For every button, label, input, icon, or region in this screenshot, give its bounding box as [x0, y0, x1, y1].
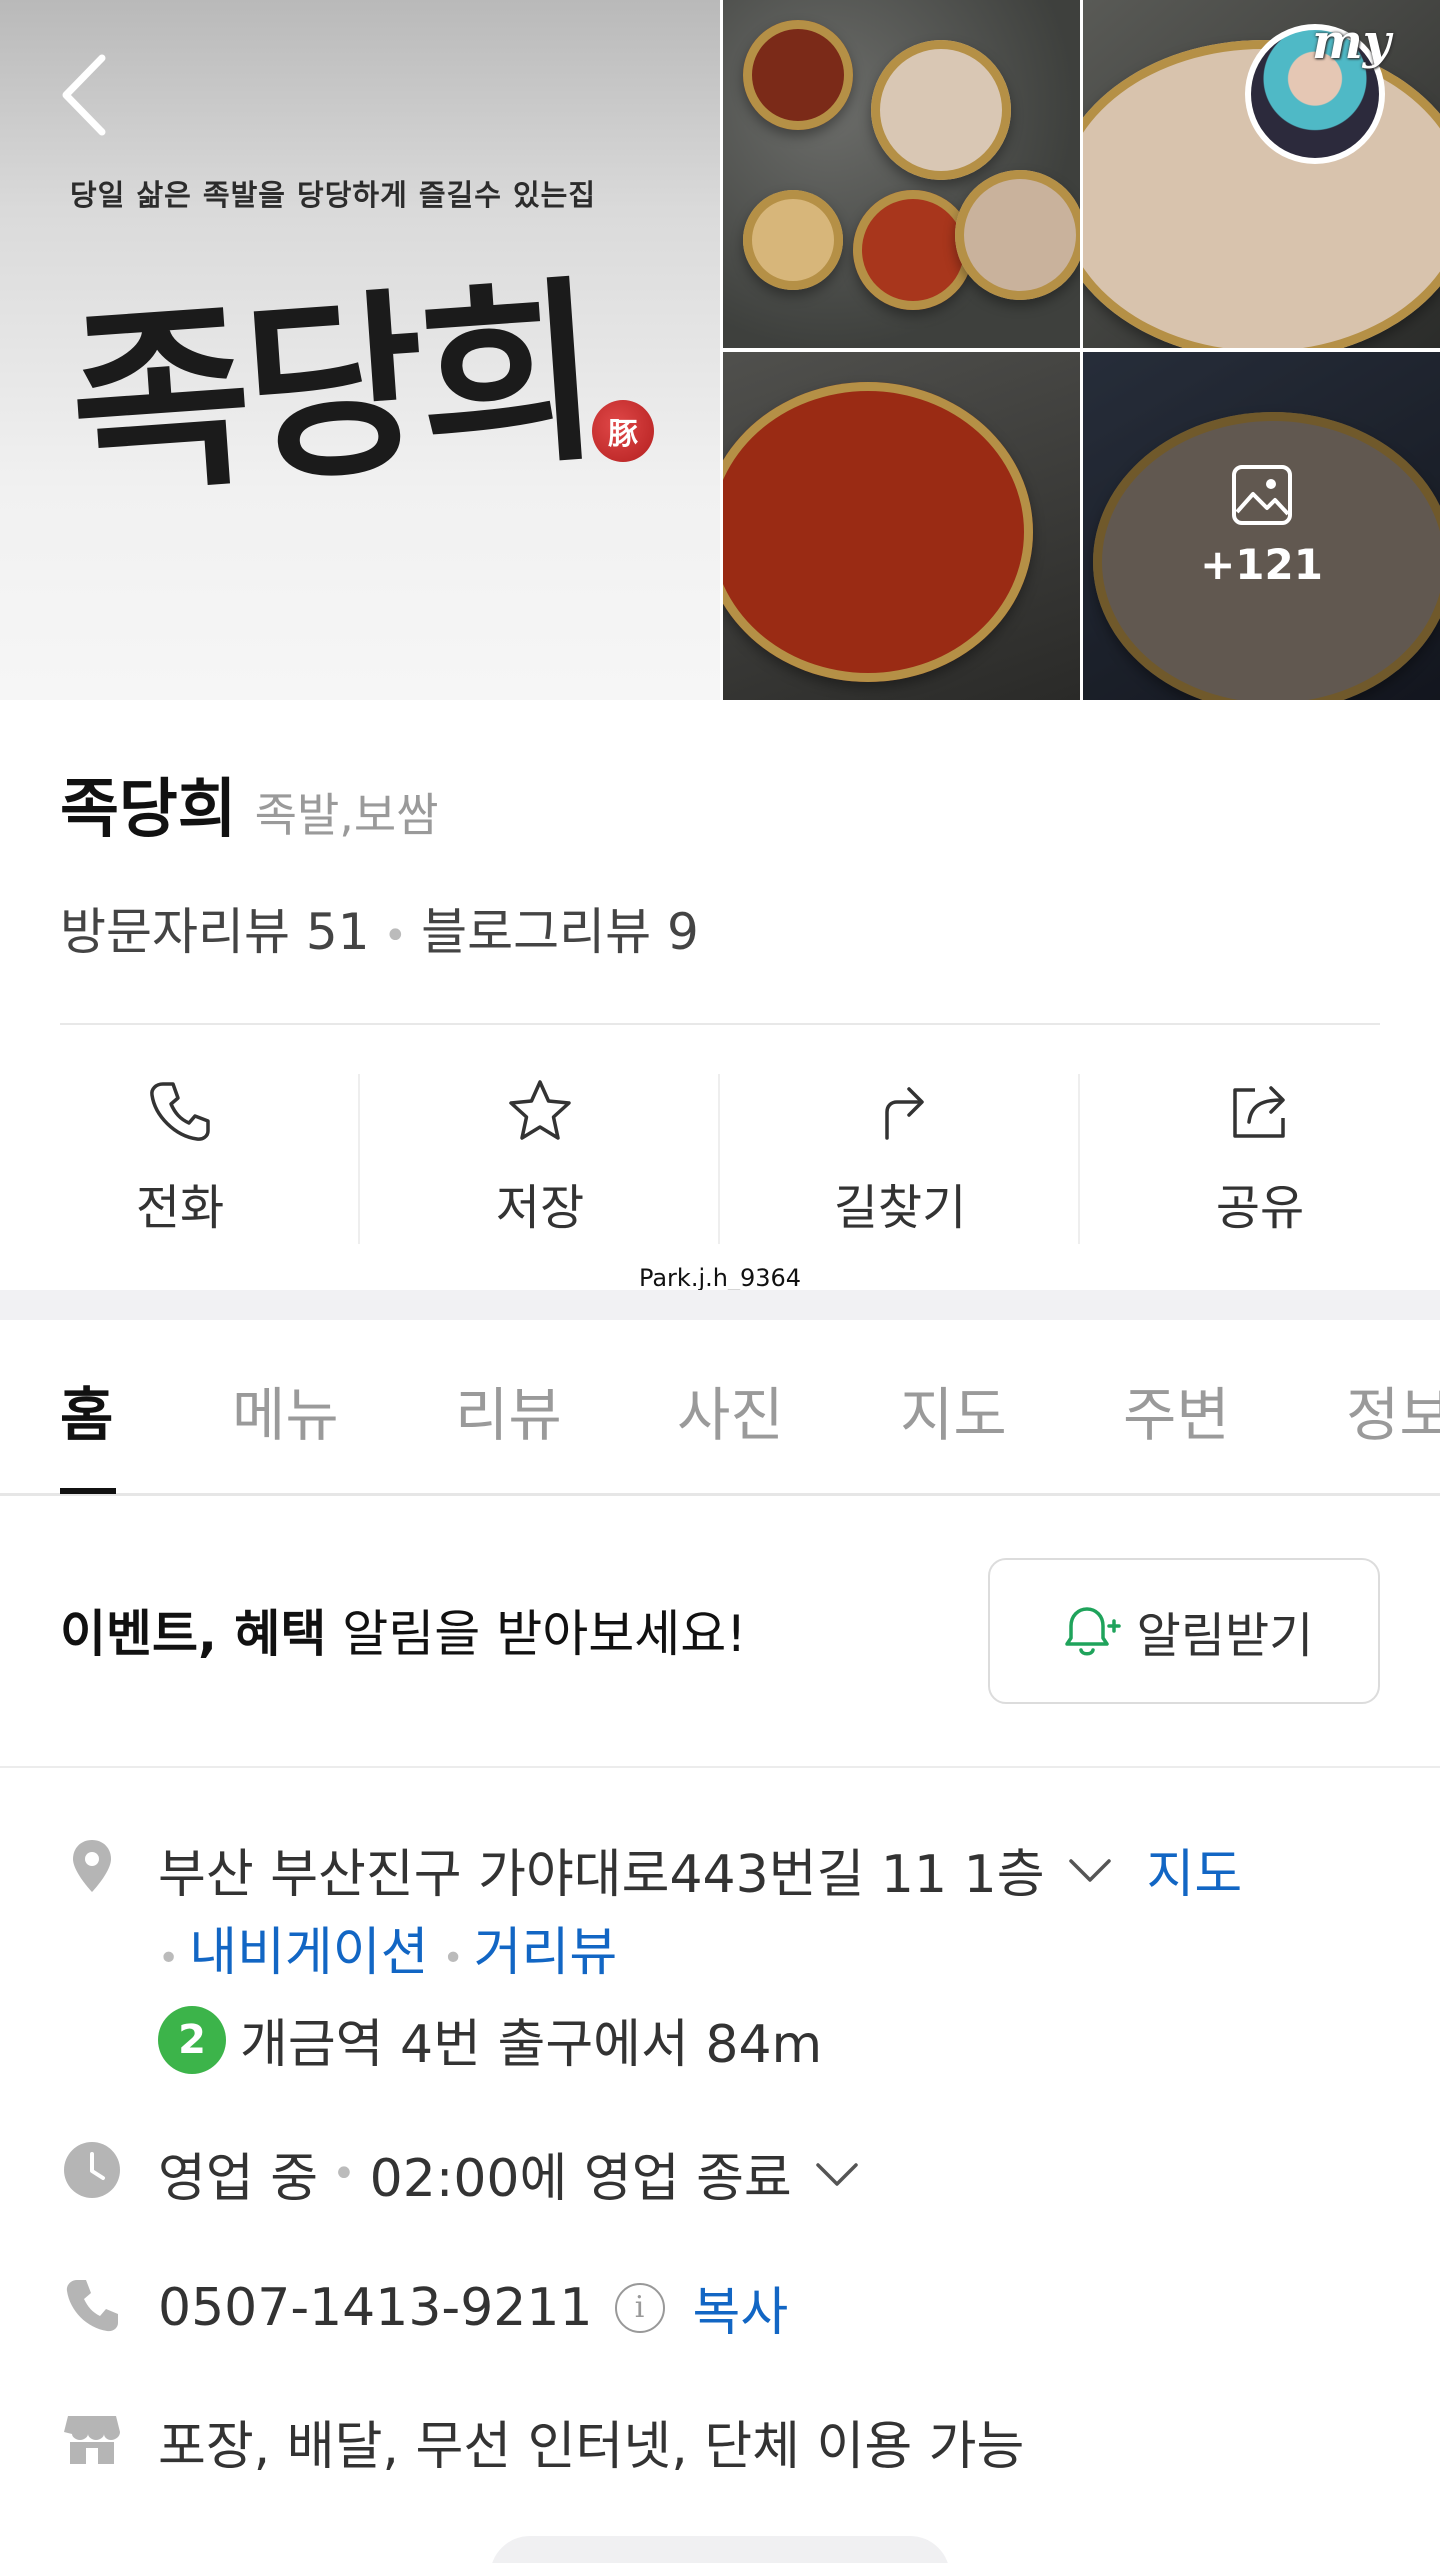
- share-icon: [1233, 1086, 1285, 1138]
- action-label: 저장: [495, 1180, 585, 1236]
- tab-reviews[interactable]: 리뷰: [455, 1368, 562, 1452]
- blog-reviews-link[interactable]: 블로그리뷰 9: [421, 903, 699, 961]
- gallery-photo-more[interactable]: +121: [1083, 352, 1440, 700]
- back-arrow-icon[interactable]: [52, 50, 122, 140]
- phone-number[interactable]: 0507-1413-9211: [158, 2278, 593, 2338]
- open-status: 영업 중: [158, 2149, 319, 2209]
- store-icon: [64, 2416, 120, 2464]
- place-title: 족당희 족발,보쌈: [60, 758, 439, 850]
- bell-plus-icon: [1064, 1607, 1121, 1656]
- address-row: 부산 부산진구 가야대로443번길 11 1층 지도: [158, 1832, 1242, 1907]
- info-icon[interactable]: i: [614, 2282, 665, 2333]
- phone-icon: [150, 1082, 210, 1141]
- logo-brand-text: 족당희: [63, 256, 601, 523]
- notify-button[interactable]: 알림받기: [988, 1558, 1380, 1704]
- notify-button-label: 알림받기: [1136, 1608, 1314, 1664]
- copy-phone-button[interactable]: 복사: [693, 2270, 789, 2345]
- phone-icon: [66, 2280, 118, 2332]
- bottom-floating-button[interactable]: [490, 2536, 950, 2563]
- map-link[interactable]: 지도: [1147, 1832, 1243, 1907]
- share-button[interactable]: 공유: [1080, 1070, 1440, 1250]
- save-button[interactable]: 저장: [360, 1070, 720, 1250]
- separator-dot: •: [332, 2150, 356, 2197]
- call-button[interactable]: 전화: [0, 1070, 360, 1250]
- tab-photos[interactable]: 사진: [677, 1368, 784, 1452]
- tab-bar: 홈 메뉴 리뷰 사진 지도 주변 정보: [0, 1322, 1440, 1496]
- tab-menu[interactable]: 메뉴: [232, 1368, 339, 1452]
- event-notice: 이벤트, 혜택 알림을 받아보세요! 알림받기: [0, 1498, 1440, 1768]
- tab-home[interactable]: 홈: [60, 1368, 113, 1452]
- gallery-photo[interactable]: [723, 0, 1080, 348]
- directions-button[interactable]: 길찾기: [720, 1070, 1080, 1250]
- review-counts: 방문자리뷰 51 • 블로그리뷰 9: [60, 892, 699, 964]
- star-icon: [509, 1080, 571, 1140]
- street-view-link[interactable]: 거리뷰: [474, 1923, 618, 1983]
- place-name: 족당희: [60, 773, 237, 847]
- subway-line-badge: 2: [158, 2005, 226, 2074]
- navigation-link[interactable]: 내비게이션: [189, 1923, 428, 1983]
- watermark: Park.j.h_9364: [638, 1264, 802, 1292]
- divider: [60, 1023, 1380, 1025]
- event-message: 이벤트, 혜택 알림을 받아보세요!: [60, 1594, 746, 1666]
- amenities: 포장, 배달, 무선 인터넷, 단체 이용 가능: [158, 2417, 1025, 2477]
- place-category: 족발,보쌈: [254, 788, 439, 842]
- gallery-photo[interactable]: [723, 352, 1080, 700]
- chevron-down-icon[interactable]: [1063, 1843, 1117, 1897]
- photo-gallery[interactable]: 당일 삶은 족발을 당당하게 즐길수 있는집 족당희 豚 +121 my: [0, 0, 1440, 700]
- address-text: 부산 부산진구 가야대로443번길 11 1층: [158, 1845, 1045, 1905]
- clock-icon: [64, 2142, 120, 2198]
- tab-info[interactable]: 정보: [1346, 1368, 1440, 1452]
- closing-time: 02:00에 영업 종료: [369, 2149, 792, 2209]
- visitor-reviews-link[interactable]: 방문자리뷰 51: [60, 903, 370, 961]
- subway-info: 2 개금역 4번 출구에서 84m: [158, 2002, 822, 2077]
- more-photos-overlay[interactable]: +121: [1083, 352, 1440, 700]
- tab-nearby[interactable]: 주변: [1123, 1368, 1230, 1452]
- event-text: 알림을 받아보세요!: [326, 1605, 747, 1663]
- tab-map[interactable]: 지도: [900, 1368, 1007, 1452]
- logo-seal: 豚: [592, 400, 654, 462]
- active-tab-indicator: [60, 1488, 116, 1494]
- action-label: 공유: [1215, 1180, 1305, 1236]
- section-separator: [0, 1290, 1440, 1320]
- separator-dot: •: [383, 913, 408, 959]
- action-label: 길찾기: [833, 1180, 967, 1236]
- chevron-down-icon[interactable]: [810, 2147, 864, 2201]
- more-photos-count: +121: [1200, 539, 1323, 589]
- directions-icon: [885, 1087, 924, 1140]
- location-pin-icon: [73, 1840, 111, 1892]
- action-label: 전화: [135, 1180, 225, 1236]
- my-badge: my: [1312, 14, 1391, 70]
- business-hours[interactable]: 영업 중 • 02:00에 영업 종료: [158, 2136, 864, 2211]
- phone-row: 0507-1413-9211 i 복사: [158, 2270, 788, 2345]
- subway-text: 개금역 4번 출구에서 84m: [240, 2015, 823, 2075]
- image-icon: [1231, 464, 1292, 525]
- address-links: • 내비게이션 • 거리뷰: [158, 1910, 617, 1985]
- event-bold-text: 이벤트, 혜택: [60, 1605, 327, 1663]
- separator-dot: •: [158, 1938, 180, 1979]
- action-bar: 전화 저장 길찾기 공유: [0, 1070, 1440, 1250]
- separator-dot: •: [442, 1938, 464, 1979]
- logo-tagline: 당일 삶은 족발을 당당하게 즐길수 있는집: [70, 178, 597, 212]
